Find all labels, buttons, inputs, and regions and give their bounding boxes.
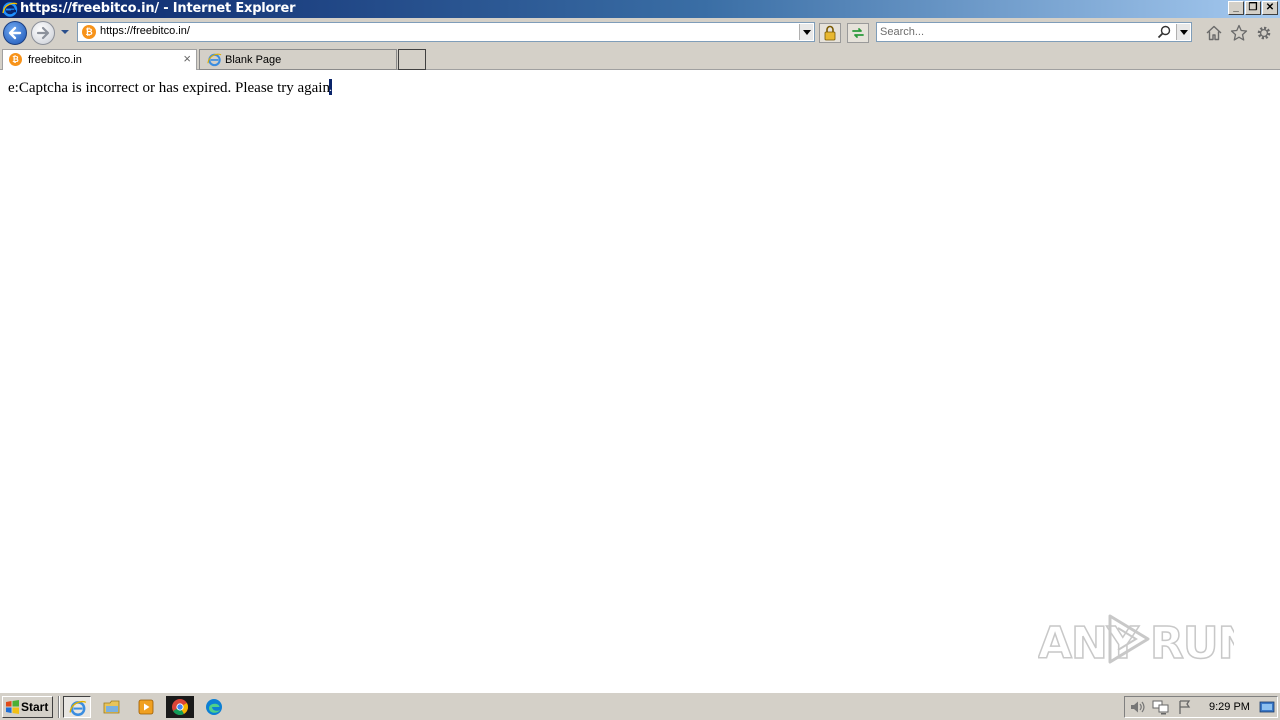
selected-period: . (328, 79, 332, 95)
bitcoin-favicon-icon: ₿ (9, 53, 22, 66)
internet-explorer-icon (69, 700, 87, 716)
tab-strip: ₿ freebitco.in × Blank Page (0, 48, 1280, 70)
taskbar-internet-explorer[interactable] (63, 696, 91, 718)
network-icon[interactable] (1152, 699, 1170, 715)
taskbar-chrome[interactable] (166, 696, 194, 718)
back-arrow-icon (8, 26, 22, 40)
system-tray: 9:29 PM (1124, 696, 1278, 718)
search-icon[interactable] (1157, 25, 1171, 39)
captcha-error-message: e:Captcha is incorrect or has expired. P… (8, 79, 332, 97)
tab-blank-page[interactable]: Blank Page (199, 49, 397, 70)
forward-button[interactable] (31, 21, 55, 45)
windows-logo-icon (6, 700, 19, 714)
start-label: Start (21, 700, 49, 714)
security-lock-button[interactable] (819, 23, 841, 43)
show-desktop-icon[interactable] (1259, 699, 1275, 715)
action-center-flag-icon[interactable] (1176, 699, 1194, 715)
taskbar-edge[interactable] (200, 696, 228, 718)
edge-icon (206, 699, 222, 715)
search-input[interactable] (880, 24, 1150, 40)
start-button[interactable]: Start (2, 696, 53, 718)
navigation-bar: ₿ https://freebitco.in/ (0, 18, 1280, 48)
page-content: e:Captcha is incorrect or has expired. P… (0, 70, 1280, 692)
refresh-button[interactable] (847, 23, 869, 43)
tab-label: freebitco.in (28, 54, 82, 66)
close-window-button[interactable]: ✕ (1262, 1, 1278, 15)
lock-icon (824, 25, 836, 41)
home-icon[interactable] (1205, 24, 1223, 42)
internet-explorer-icon (207, 53, 222, 67)
tab-label: Blank Page (225, 54, 282, 66)
taskbar-clock[interactable]: 9:29 PM (1209, 701, 1250, 713)
svg-text:RUN: RUN (1150, 618, 1234, 669)
restore-button[interactable]: ❐ (1245, 1, 1261, 15)
taskbar-media-player[interactable] (132, 696, 160, 718)
taskbar-file-explorer[interactable] (98, 696, 126, 718)
back-button[interactable] (3, 21, 27, 45)
address-dropdown-button[interactable] (799, 24, 813, 40)
anyrun-watermark-logo: ANY RUN (1038, 614, 1234, 670)
folder-icon (103, 700, 120, 714)
tab-freebitco[interactable]: ₿ freebitco.in × (2, 49, 197, 70)
new-tab-button[interactable] (398, 49, 426, 70)
settings-gear-icon[interactable] (1255, 24, 1273, 42)
window-title: https://freebitco.in/ - Internet Explore… (20, 1, 296, 16)
internet-explorer-icon (2, 2, 18, 17)
window-title-bar: https://freebitco.in/ - Internet Explore… (0, 0, 1280, 18)
chrome-icon (172, 699, 188, 715)
volume-icon[interactable] (1129, 699, 1147, 715)
search-box[interactable] (876, 22, 1192, 42)
bitcoin-favicon-icon: ₿ (82, 25, 96, 39)
taskbar: Start 9:29 PM (0, 692, 1280, 720)
refresh-icon (852, 28, 864, 38)
forward-arrow-icon (36, 26, 50, 40)
media-player-icon (138, 699, 154, 715)
taskbar-separator (58, 696, 60, 718)
minimize-button[interactable]: _ (1228, 1, 1244, 15)
search-provider-dropdown[interactable] (1176, 24, 1190, 40)
address-url[interactable]: https://freebitco.in/ (100, 25, 190, 37)
period-character: . (328, 80, 332, 94)
recent-pages-dropdown-icon[interactable] (58, 27, 72, 37)
address-bar[interactable]: ₿ https://freebitco.in/ (77, 22, 815, 42)
close-tab-icon[interactable]: × (183, 52, 191, 66)
favorites-star-icon[interactable] (1230, 24, 1248, 42)
error-text: e:Captcha is incorrect or has expired. P… (8, 80, 330, 96)
